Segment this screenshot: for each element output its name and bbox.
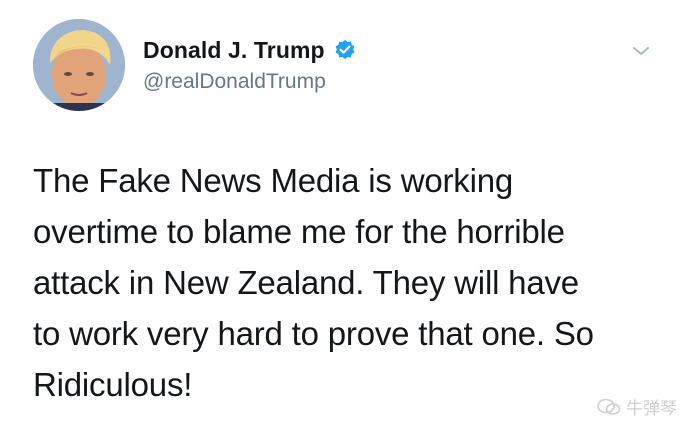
tweet-text: The Fake News Media is working overtime …: [33, 162, 594, 403]
watermark: 牛弹琴: [596, 394, 677, 419]
tweet-card: Donald J. Trump @realDonaldTrump The Fak…: [0, 0, 700, 437]
display-name-row: Donald J. Trump: [143, 36, 356, 64]
avatar-image: [33, 19, 125, 111]
wechat-icon: [596, 397, 622, 417]
verified-badge-icon: [334, 39, 356, 61]
user-handle[interactable]: @realDonaldTrump: [143, 70, 326, 94]
watermark-text: 牛弹琴: [626, 399, 677, 418]
avatar[interactable]: [33, 19, 125, 111]
display-name[interactable]: Donald J. Trump: [143, 37, 325, 64]
chevron-down-icon[interactable]: [630, 43, 652, 59]
